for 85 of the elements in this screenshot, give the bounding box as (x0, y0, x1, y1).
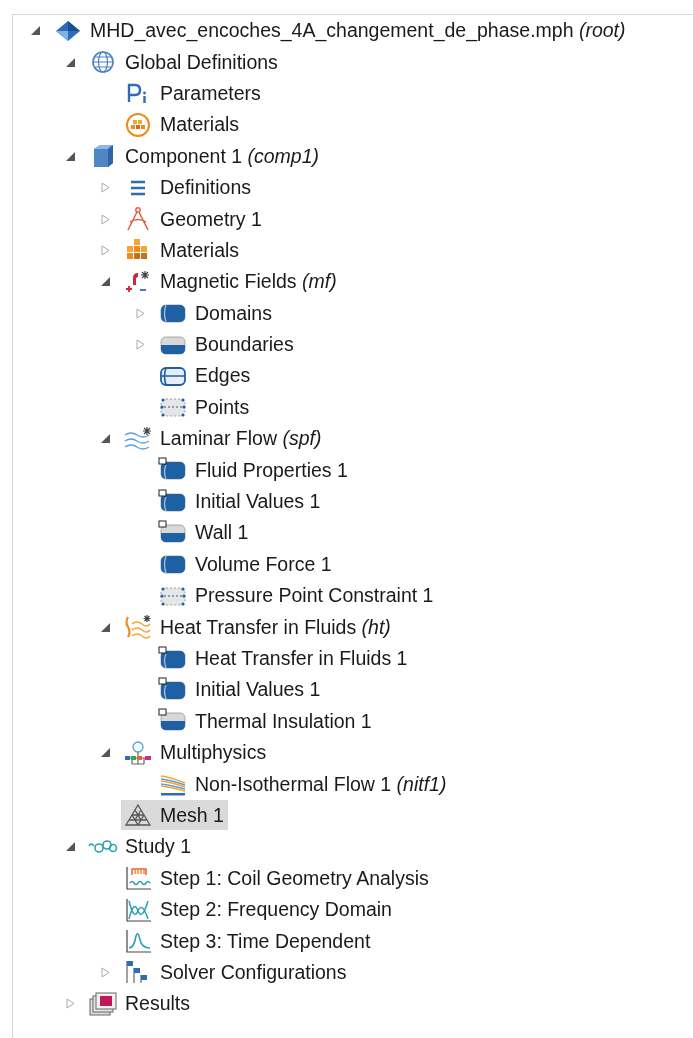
results-icon (88, 990, 118, 1017)
expanded-arrow-icon[interactable] (99, 621, 111, 633)
tree-item[interactable]: MHD_avec_encoches_4A_changement_de_phase.mph (root) (51, 15, 630, 46)
tree-item[interactable]: Step 1: Coil Geometry Analysis (121, 863, 433, 894)
tree-item-label[interactable]: Component 1 (comp1) (125, 144, 320, 168)
tree-item-label[interactable]: Materials (160, 113, 240, 137)
cylinder-icon (158, 645, 188, 672)
expanded-arrow-icon[interactable] (64, 150, 76, 162)
heat-flow-icon (123, 614, 153, 641)
tree-item-label[interactable]: Step 2: Frequency Domain (160, 898, 392, 922)
tree-item[interactable]: Parameters (121, 78, 265, 109)
tree-item-label[interactable]: MHD_avec_encoches_4A_changement_de_phase.mph (root) (90, 19, 626, 43)
tree-item[interactable]: Points (156, 392, 254, 423)
tree-item[interactable]: Initial Values 1 (156, 486, 325, 517)
tree-item-label[interactable]: Solver Configurations (160, 960, 347, 984)
tree-item[interactable]: Materials (121, 109, 244, 140)
tree-item-label[interactable]: Volume Force 1 (195, 552, 332, 576)
tree-item-label[interactable]: Step 1: Coil Geometry Analysis (160, 866, 429, 890)
tree-item[interactable]: Materials (121, 235, 244, 266)
tree-item[interactable]: Solver Configurations (121, 957, 351, 988)
tree-item-label[interactable]: Non-Isothermal Flow 1 (nitf1) (195, 772, 447, 796)
expanded-arrow-icon[interactable] (29, 25, 41, 37)
tree-item-label[interactable]: Points (195, 395, 250, 419)
tree-item-label[interactable]: Materials (160, 238, 240, 262)
tree-item-label[interactable]: Pressure Point Constraint 1 (195, 584, 434, 608)
tree-item[interactable]: Non-Isothermal Flow 1 (nitf1) (156, 769, 451, 800)
time-step-icon (123, 928, 153, 954)
tree-item-label[interactable]: Fluid Properties 1 (195, 458, 348, 482)
tree-item[interactable]: Mesh 1 (121, 800, 228, 831)
tree-item[interactable]: Heat Transfer in Fluids (ht) (121, 612, 395, 643)
tree-item[interactable]: Study 1 (86, 831, 196, 862)
coil-step-icon (123, 865, 153, 892)
tree-item[interactable]: Step 2: Frequency Domain (121, 894, 396, 925)
tree-item[interactable]: Magnetic Fields (mf) (121, 266, 341, 297)
tree-item-label[interactable]: Initial Values 1 (195, 678, 321, 702)
tree-item[interactable]: Wall 1 (156, 517, 253, 548)
tree-item-label[interactable]: Definitions (160, 176, 252, 200)
frequency-step-icon (123, 896, 153, 923)
multiphysics-icon (123, 739, 153, 766)
mesh-icon (123, 802, 153, 829)
tree-item-label[interactable]: Edges (195, 364, 251, 388)
tree-item[interactable]: Geometry 1 (121, 204, 266, 235)
tree-item-label[interactable]: Magnetic Fields (mf) (160, 270, 337, 294)
tree-item[interactable]: Definitions (121, 172, 256, 203)
expanded-arrow-icon[interactable] (99, 276, 111, 288)
tree-item-label[interactable]: Heat Transfer in Fluids (ht) (160, 615, 391, 639)
cylinder-icon (158, 676, 188, 703)
tree-item-label[interactable]: Study 1 (125, 835, 192, 859)
tree-item-label[interactable]: Wall 1 (195, 521, 249, 545)
tree-item[interactable]: Step 3: Time Dependent (121, 926, 375, 956)
expanded-arrow-icon[interactable] (64, 841, 76, 853)
expanded-arrow-icon[interactable] (99, 747, 111, 759)
tree-item-label[interactable]: Domains (195, 301, 272, 325)
tree-item-label[interactable]: Parameters (160, 81, 261, 105)
tree-item[interactable]: Global Definitions (86, 47, 282, 78)
tree-item[interactable]: Component 1 (comp1) (86, 141, 324, 172)
tree-item[interactable]: Edges (156, 361, 255, 391)
tree-item[interactable]: Initial Values 1 (156, 674, 325, 705)
tree-item-label[interactable]: Mesh 1 (160, 803, 224, 827)
tree-item-label[interactable]: Global Definitions (125, 50, 278, 74)
tree-item[interactable]: Domains (156, 298, 276, 329)
tree-item-label[interactable]: Laminar Flow (spf) (160, 427, 322, 451)
tree-item-label[interactable]: Results (125, 992, 191, 1016)
tree-item[interactable]: Multiphysics (121, 737, 271, 768)
tree-item-label[interactable]: Initial Values 1 (195, 490, 321, 514)
tree-item[interactable]: Laminar Flow (spf) (121, 423, 326, 454)
expanded-arrow-icon[interactable] (64, 56, 76, 68)
tree-item-label[interactable]: Boundaries (195, 333, 294, 357)
tree-item[interactable]: Results (86, 988, 195, 1019)
materials-icon (123, 111, 153, 138)
cylinder-icon (158, 488, 188, 515)
tree-item[interactable]: Pressure Point Constraint 1 (156, 580, 438, 611)
tree-item[interactable]: Fluid Properties 1 (156, 455, 352, 486)
flow-icon (123, 425, 153, 452)
tree-item-label[interactable]: Step 3: Time Dependent (160, 929, 371, 953)
cylinder-icon (158, 519, 188, 546)
tree-item[interactable]: Volume Force 1 (156, 549, 336, 580)
tree-item-label[interactable]: Geometry 1 (160, 207, 262, 231)
tree-item-label[interactable]: Multiphysics (160, 741, 267, 765)
tree-item[interactable]: Boundaries (156, 329, 298, 360)
tree-item-label[interactable]: Thermal Insulation 1 (195, 709, 372, 733)
expanded-arrow-icon[interactable] (99, 433, 111, 445)
tree-item[interactable]: Thermal Insulation 1 (156, 706, 376, 737)
tree-item[interactable]: Heat Transfer in Fluids 1 (156, 643, 412, 674)
tree-item-label[interactable]: Heat Transfer in Fluids 1 (195, 647, 408, 670)
